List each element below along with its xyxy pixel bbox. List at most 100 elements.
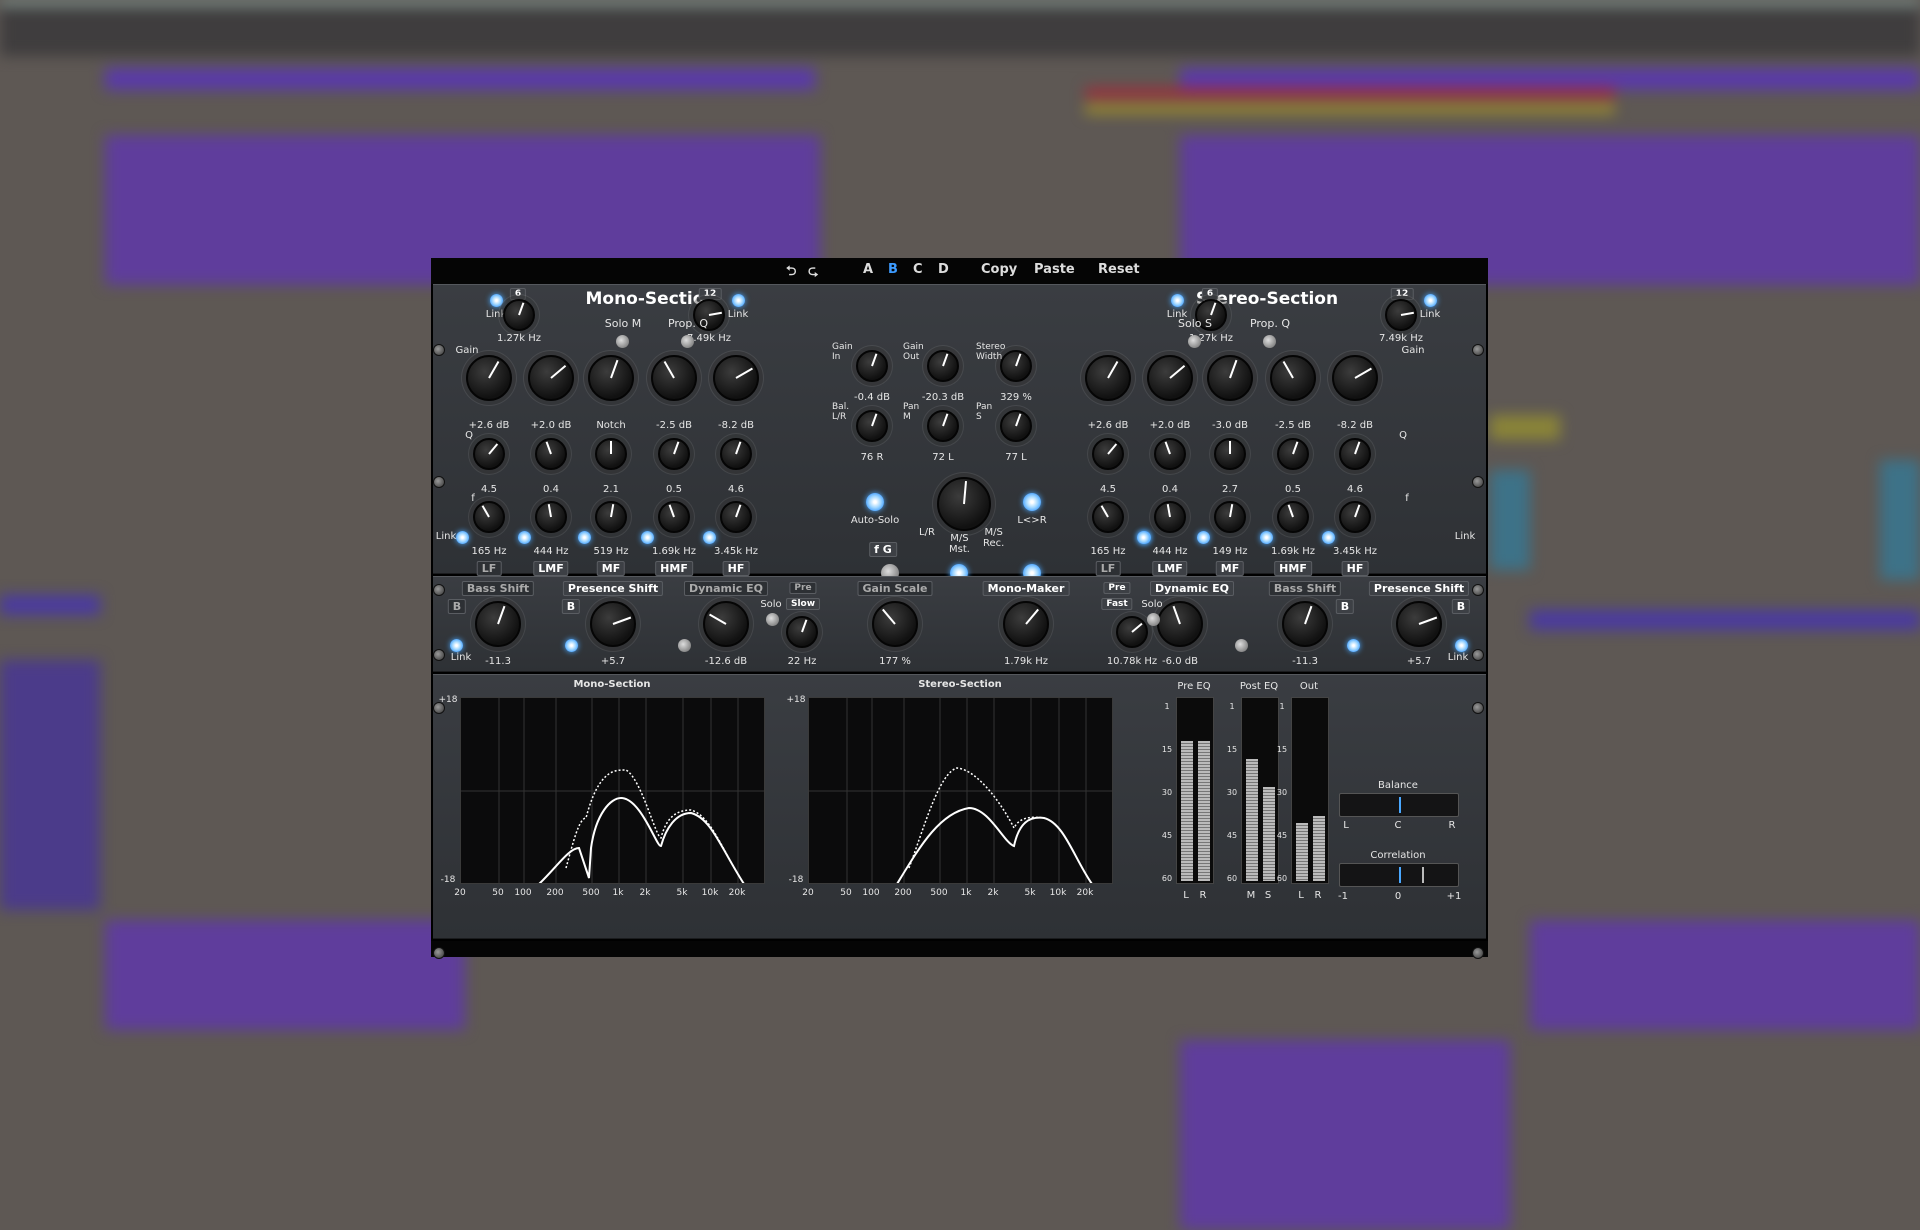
mono-band-2-freq-knob[interactable] [595, 501, 627, 533]
stereo-band-4-freq-knob[interactable] [1339, 501, 1371, 533]
mono-band-3-link-led[interactable] [641, 531, 654, 544]
mid-head-2-button[interactable]: Dynamic EQ [683, 581, 769, 596]
mono-band-1-link-led[interactable] [518, 531, 531, 544]
mono-hp-link-led[interactable] [490, 294, 503, 307]
stereo-band-2-freq-knob[interactable] [1214, 501, 1246, 533]
stereo-band-0-q-knob[interactable] [1092, 438, 1124, 470]
lr-swap-led[interactable] [1023, 493, 1041, 511]
stereo-band-4-gain-knob[interactable] [1332, 355, 1378, 401]
mono-band-1-gain-knob[interactable] [528, 355, 574, 401]
center-bal-knob[interactable] [856, 410, 888, 442]
mid-b-left-2[interactable]: B [561, 599, 581, 614]
mono-band-3-freq-knob[interactable] [658, 501, 690, 533]
mid-head-1-button[interactable]: Presence Shift [562, 581, 664, 596]
mono-band-1-freq-knob[interactable] [535, 501, 567, 533]
mid-b-right-2[interactable]: B [1451, 599, 1471, 614]
dyn-l-freq-knob[interactable] [786, 616, 818, 648]
auto-solo-led[interactable] [866, 493, 884, 511]
stereo-band-3-link-led[interactable] [1260, 531, 1273, 544]
mid-mono-maker-knob[interactable] [1003, 601, 1049, 647]
dyn-r-freq-knob[interactable] [1116, 616, 1148, 648]
fg-toggle-button[interactable]: f G [869, 542, 897, 557]
dyn-l-slow-button[interactable]: Slow [785, 598, 821, 610]
mid-dyn-l-knob[interactable] [703, 601, 749, 647]
mono-hp-freq-knob[interactable] [503, 299, 535, 331]
mid-b-left-1[interactable]: B [447, 599, 467, 614]
mid-bass-r-knob[interactable] [1282, 601, 1328, 647]
stereo-hp-link-led[interactable] [1171, 294, 1184, 307]
stereo-band-0-gain-knob[interactable] [1085, 355, 1131, 401]
mono-band-2-gain-knob[interactable] [588, 355, 634, 401]
center-gain-in-knob[interactable] [856, 350, 888, 382]
mono-band-4-gain-knob[interactable] [713, 355, 759, 401]
dyn-l-led[interactable] [678, 639, 691, 652]
mono-band-3-button[interactable]: HMF [655, 561, 693, 576]
mono-band-2-link-led[interactable] [578, 531, 591, 544]
mono-band-3-q-knob[interactable] [658, 438, 690, 470]
paste-button[interactable]: Paste [1034, 262, 1075, 277]
stereo-band-2-button[interactable]: MF [1215, 561, 1245, 576]
mid-link-right-led[interactable] [1455, 639, 1468, 652]
mono-band-0-q-knob[interactable] [473, 438, 505, 470]
mono-band-4-freq-knob[interactable] [720, 501, 752, 533]
redo-icon[interactable]: ⮎ [808, 262, 818, 284]
center-pan-s-knob[interactable] [1000, 410, 1032, 442]
mono-band-0-link-led[interactable] [456, 531, 469, 544]
stereo-band-3-gain-knob[interactable] [1270, 355, 1316, 401]
copy-button[interactable]: Copy [981, 262, 1017, 277]
preset-b-button[interactable]: B [888, 262, 898, 277]
dyn-l-solo-led[interactable] [766, 613, 779, 626]
mid-head-5-button[interactable]: Dynamic EQ [1149, 581, 1235, 596]
mid-gain-scale-knob[interactable] [872, 601, 918, 647]
stereo-band-3-q-knob[interactable] [1277, 438, 1309, 470]
undo-icon[interactable]: ⮌ [786, 262, 796, 284]
mode-selector-knob[interactable] [937, 477, 991, 531]
mono-band-4-button[interactable]: HF [722, 561, 750, 576]
preset-c-button[interactable]: C [913, 262, 923, 277]
mid-bass-l-knob[interactable] [475, 601, 521, 647]
mid-head-7-button[interactable]: Presence Shift [1368, 581, 1470, 596]
mid-b-right-1[interactable]: B [1335, 599, 1355, 614]
mid-head-3-button[interactable]: Gain Scale [857, 581, 933, 596]
dyn-r-solo-led[interactable] [1147, 613, 1160, 626]
stereo-solo-led[interactable] [1188, 335, 1201, 348]
stereo-band-1-link-led[interactable] [1137, 531, 1150, 544]
mono-band-3-gain-knob[interactable] [651, 355, 697, 401]
stereo-propq-led[interactable] [1263, 335, 1276, 348]
stereo-lp-link-led[interactable] [1424, 294, 1437, 307]
mono-band-2-q-knob[interactable] [595, 438, 627, 470]
dyn-r-pre-button[interactable]: Pre [1103, 582, 1131, 594]
stereo-band-2-gain-knob[interactable] [1207, 355, 1253, 401]
dyn-l-pre-button[interactable]: Pre [789, 582, 817, 594]
mono-band-4-q-knob[interactable] [720, 438, 752, 470]
preset-d-button[interactable]: D [938, 262, 949, 277]
stereo-band-3-freq-knob[interactable] [1277, 501, 1309, 533]
mono-band-0-button[interactable]: LF [476, 561, 502, 576]
preset-a-button[interactable]: A [863, 262, 873, 277]
mono-lp-link-led[interactable] [732, 294, 745, 307]
stereo-band-3-button[interactable]: HMF [1274, 561, 1312, 576]
mid-presence-r-knob[interactable] [1396, 601, 1442, 647]
bass-r-led[interactable] [1347, 639, 1360, 652]
mono-band-1-button[interactable]: LMF [533, 561, 569, 576]
stereo-lp-freq-knob[interactable] [1385, 299, 1417, 331]
mid-head-4-button[interactable]: Mono-Maker [982, 581, 1070, 596]
mono-band-2-button[interactable]: MF [596, 561, 626, 576]
mono-band-0-gain-knob[interactable] [466, 355, 512, 401]
mono-band-4-link-led[interactable] [703, 531, 716, 544]
mid-dyn-r-knob[interactable] [1157, 601, 1203, 647]
mid-presence-l-knob[interactable] [590, 601, 636, 647]
stereo-band-4-button[interactable]: HF [1341, 561, 1369, 576]
stereo-band-4-link-led[interactable] [1322, 531, 1335, 544]
mid-link-left-led[interactable] [450, 639, 463, 652]
center-pan-m-knob[interactable] [927, 410, 959, 442]
reset-button[interactable]: Reset [1098, 262, 1140, 277]
stereo-band-1-freq-knob[interactable] [1154, 501, 1186, 533]
stereo-band-0-button[interactable]: LF [1095, 561, 1121, 576]
dyn-r-fast-button[interactable]: Fast [1101, 598, 1133, 610]
stereo-band-2-link-led[interactable] [1197, 531, 1210, 544]
mid-head-0-button[interactable]: Bass Shift [461, 581, 535, 596]
dyn-r-led[interactable] [1235, 639, 1248, 652]
center-gain-out-knob[interactable] [927, 350, 959, 382]
mono-solo-led[interactable] [616, 335, 629, 348]
